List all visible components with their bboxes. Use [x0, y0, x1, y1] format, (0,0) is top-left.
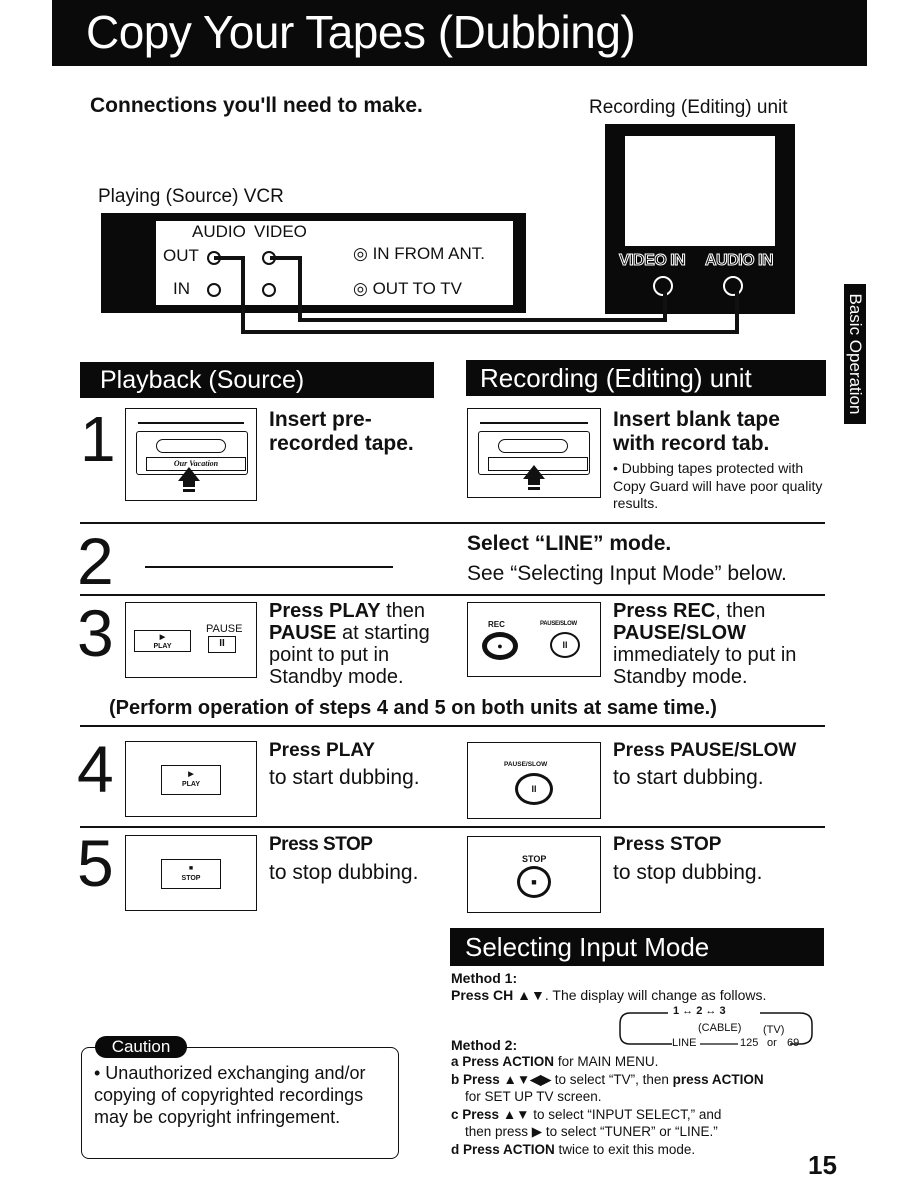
method2-step-c: c Press ▲▼ to select “INPUT SELECT,” and — [451, 1106, 722, 1122]
page-number: 15 — [808, 1150, 837, 1180]
cycle-69: 69 — [787, 1037, 800, 1049]
cycle-or: or — [767, 1037, 777, 1049]
method2-step-d: d Press ACTION twice to exit this mode. — [451, 1141, 696, 1157]
cycle-tv: (TV) — [763, 1024, 785, 1036]
cycle-top: 1 ↔ 2 ↔ 3 — [673, 1005, 726, 1017]
caution-label: Caution — [95, 1036, 187, 1058]
method2-title: Method 2: — [451, 1037, 518, 1053]
method2-steps: a Press ACTION for MAIN MENU. b Press ▲▼… — [451, 1053, 831, 1158]
caution-box: Caution • Unauthorized exchanging and/or… — [81, 1036, 399, 1159]
cycle-125: 125 — [740, 1037, 759, 1049]
cycle-cable: (CABLE) — [698, 1022, 742, 1034]
channel-cycle-diagram — [619, 1012, 813, 1045]
method2-step-b: b Press ▲▼◀▶ to select “TV”, then press … — [451, 1071, 764, 1087]
method2-step-a: a Press ACTION for MAIN MENU. — [451, 1054, 659, 1069]
cycle-line: LINE — [672, 1037, 697, 1049]
caution-text: • Unauthorized exchanging and/or copying… — [94, 1063, 366, 1127]
